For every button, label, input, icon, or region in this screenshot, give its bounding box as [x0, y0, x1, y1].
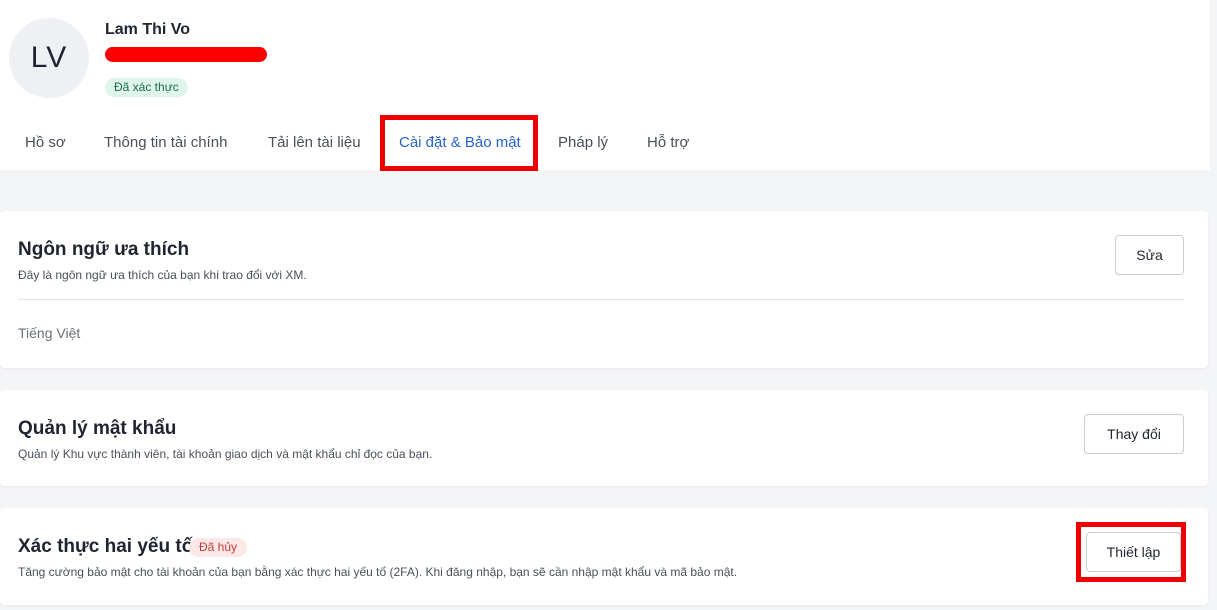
tab-support[interactable]: Hỗ trợ [647, 115, 689, 170]
two-factor-card-description: Tăng cường bảo mật cho tài khoản của bạn… [18, 565, 738, 579]
tab-profile[interactable]: Hồ sơ [25, 115, 66, 170]
user-name: Lam Thi Vo [105, 21, 191, 38]
avatar: LV [9, 18, 89, 98]
language-card-description: Đây là ngôn ngữ ưa thích của bạn khi tra… [18, 268, 307, 282]
cancelled-status-badge: Đã hủy [189, 538, 248, 557]
tab-settings-security[interactable]: Cài đặt & Bảo mật [399, 115, 521, 170]
verified-status-badge: Đã xác thực [105, 78, 188, 97]
change-password-button[interactable]: Thay đổi [1084, 414, 1184, 454]
tab-legal[interactable]: Pháp lý [558, 115, 608, 170]
password-card-description: Quản lý Khu vực thành viên, tài khoản gi… [18, 447, 433, 461]
setup-two-factor-button[interactable]: Thiết lập [1086, 532, 1181, 572]
password-card-title: Quản lý mật khẩu [18, 418, 177, 439]
profile-tabs: Hồ sơ Thông tin tài chính Tải lên tài li… [0, 115, 1210, 170]
tab-upload-documents[interactable]: Tải lên tài liệu [268, 115, 361, 170]
tab-financial-info[interactable]: Thông tin tài chính [104, 115, 227, 170]
two-factor-card-title: Xác thực hai yếu tố [18, 536, 194, 557]
language-value: Tiếng Việt [18, 325, 81, 341]
language-card-title: Ngôn ngữ ưa thích [18, 239, 190, 260]
redacted-email [105, 47, 267, 62]
language-card-divider [18, 299, 1184, 300]
edit-language-button[interactable]: Sửa [1115, 235, 1184, 275]
avatar-initials: LV [30, 41, 68, 74]
two-factor-card: Xác thực hai yếu tố Đã hủy Tăng cường bả… [0, 508, 1208, 605]
language-card: Ngôn ngữ ưa thích Đây là ngôn ngữ ưa thí… [0, 211, 1208, 368]
password-card: Quản lý mật khẩu Quản lý Khu vực thành v… [0, 390, 1208, 486]
